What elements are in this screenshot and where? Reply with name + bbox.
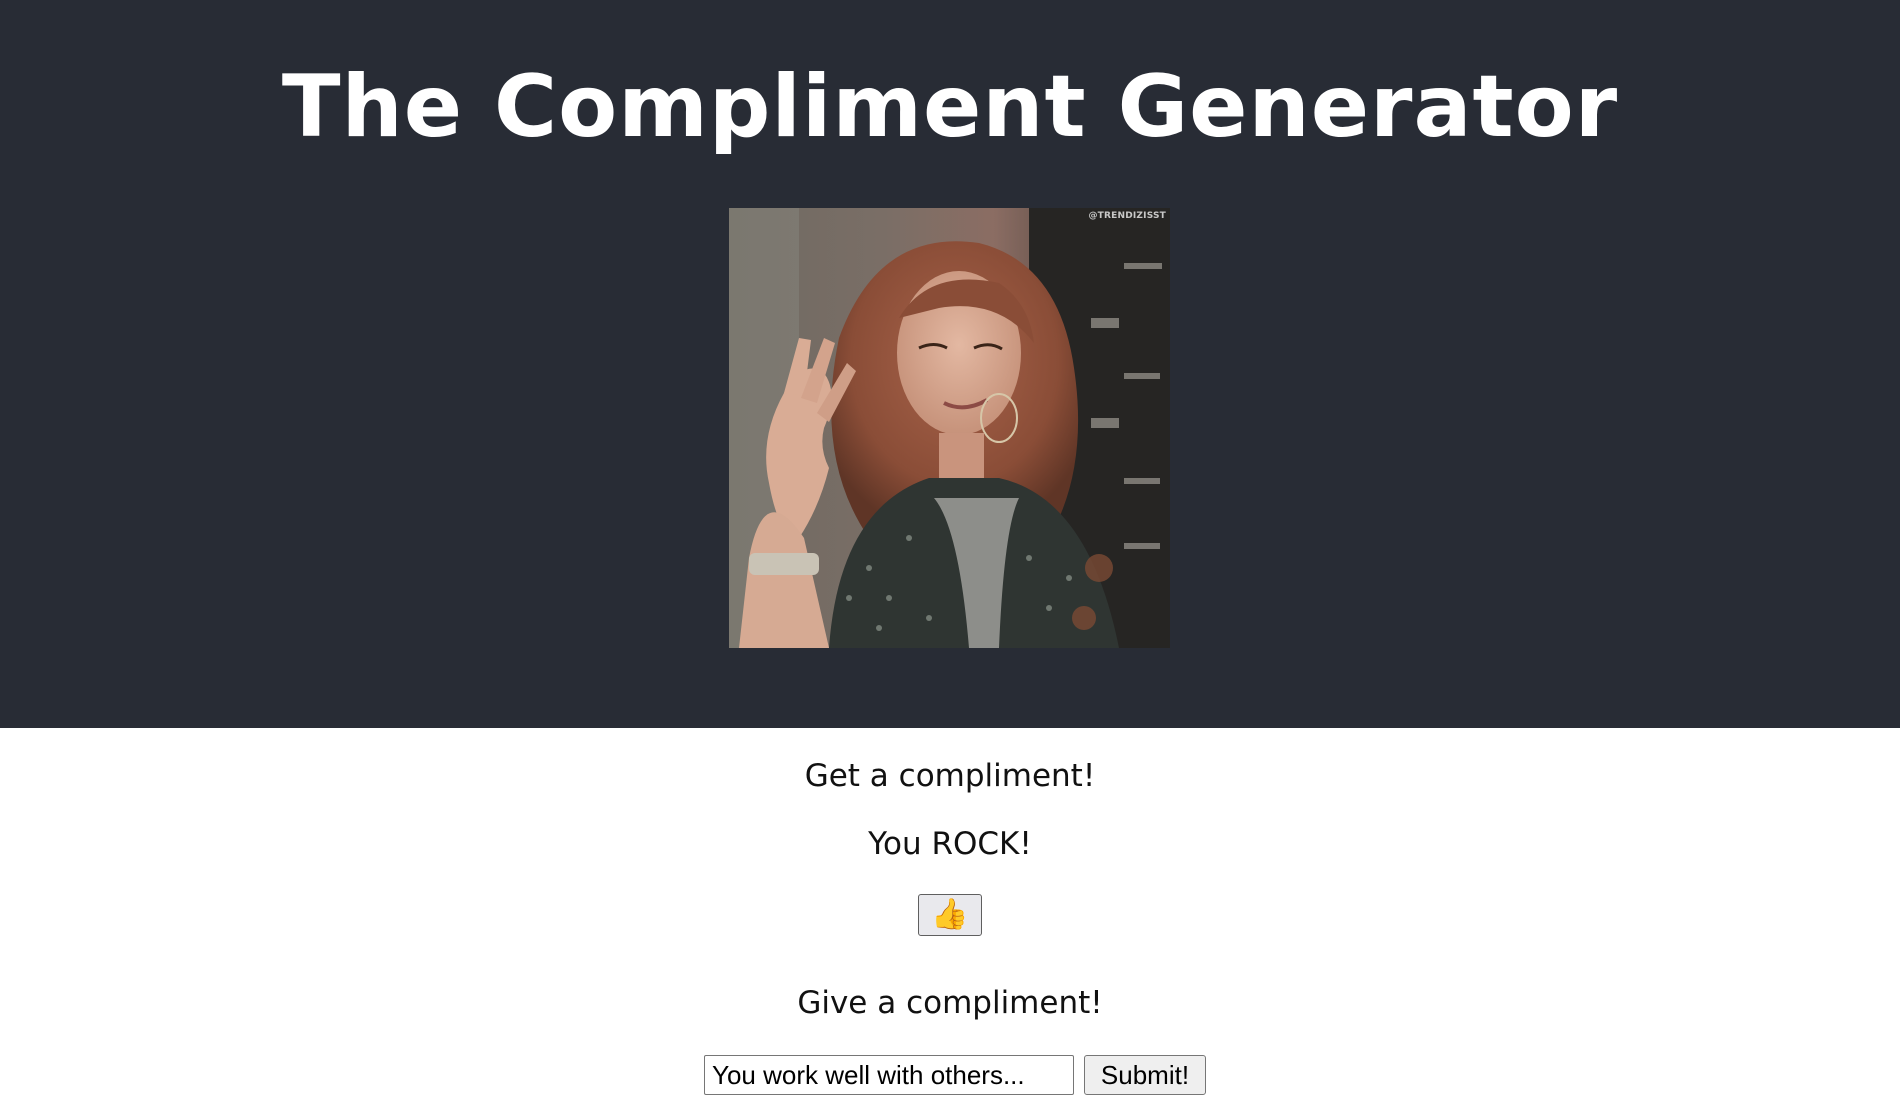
- page-title: The Compliment Generator: [281, 57, 1619, 157]
- compliment-text: You ROCK!: [868, 826, 1032, 862]
- compliment-input[interactable]: [704, 1055, 1074, 1095]
- woman-waving-image: [729, 208, 1170, 648]
- header: The Compliment Generator @TRENDIZISST: [0, 0, 1900, 728]
- thumbs-up-button[interactable]: 👍: [918, 894, 982, 936]
- gif-watermark: @TRENDIZISST: [1088, 211, 1166, 221]
- submit-button[interactable]: Submit!: [1084, 1055, 1206, 1095]
- give-compliment-heading: Give a compliment!: [797, 985, 1103, 1021]
- get-compliment-heading: Get a compliment!: [804, 758, 1096, 794]
- header-gif: @TRENDIZISST: [729, 208, 1170, 648]
